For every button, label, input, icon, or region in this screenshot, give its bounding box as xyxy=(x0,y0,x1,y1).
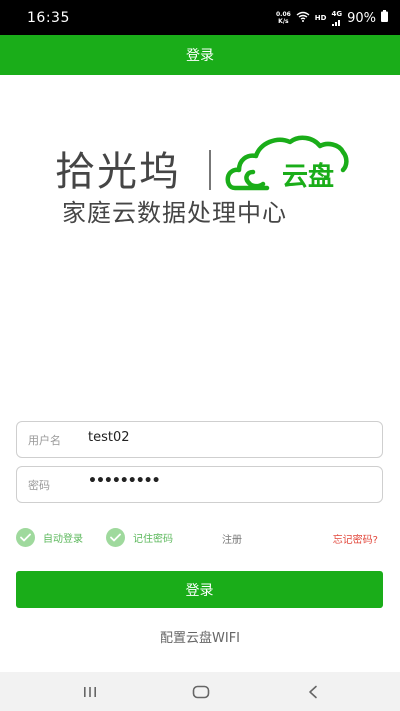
logo-brand-name: 拾光坞 xyxy=(55,149,181,195)
system-nav-bar xyxy=(0,672,400,711)
app-logo: 拾光坞 云盘 家庭云数据处理中心 xyxy=(0,130,400,240)
username-label: 用户名 xyxy=(28,434,61,447)
back-icon[interactable] xyxy=(302,681,324,703)
network-speed: 0.06 K/s xyxy=(276,11,291,25)
signal-icon xyxy=(331,19,340,26)
home-icon[interactable] xyxy=(190,681,212,703)
username-field[interactable]: 用户名 test02 xyxy=(16,421,383,458)
status-time: 16:35 xyxy=(27,10,70,26)
configure-wifi-link[interactable]: 配置云盘WIFI xyxy=(0,627,400,646)
network-type: 4G xyxy=(331,9,343,18)
page-title: 登录 xyxy=(186,48,214,64)
check-icon[interactable] xyxy=(106,527,125,547)
logo-slogan: 家庭云数据处理中心 xyxy=(62,199,287,227)
battery-icon xyxy=(381,10,388,26)
username-input[interactable]: test02 xyxy=(88,430,130,445)
battery-percent: 90% xyxy=(347,10,376,26)
password-field[interactable]: 密码 ••••••••• xyxy=(16,466,383,503)
forgot-password-link[interactable]: 忘记密码? xyxy=(333,531,378,546)
network-speed-unit: K/s xyxy=(278,18,289,25)
recents-icon[interactable] xyxy=(79,681,101,703)
login-button[interactable]: 登录 xyxy=(16,571,383,608)
wifi-icon xyxy=(296,11,310,26)
remember-password-label[interactable]: 记住密码 xyxy=(133,530,173,545)
password-input[interactable]: ••••••••• xyxy=(88,473,161,489)
check-icon[interactable] xyxy=(16,527,35,547)
hd-indicator: HD xyxy=(314,14,327,22)
network-speed-value: 0.06 xyxy=(275,11,291,18)
app-header: 登录 xyxy=(0,35,400,75)
logo-product-name: 云盘 xyxy=(282,162,335,192)
logo-divider xyxy=(209,150,211,190)
status-indicators: 0.06 K/s HD 4G 90% xyxy=(276,9,388,27)
cellular-indicator: 4G xyxy=(331,9,343,26)
register-link[interactable]: 注册 xyxy=(222,531,242,546)
status-bar: 16:35 0.06 K/s HD 4G 90% xyxy=(0,0,400,35)
remember-password-checkbox[interactable]: 记住密码 xyxy=(106,527,173,547)
auto-login-checkbox[interactable]: 自动登录 xyxy=(16,527,83,547)
password-label: 密码 xyxy=(28,479,50,492)
auto-login-label[interactable]: 自动登录 xyxy=(43,530,83,545)
